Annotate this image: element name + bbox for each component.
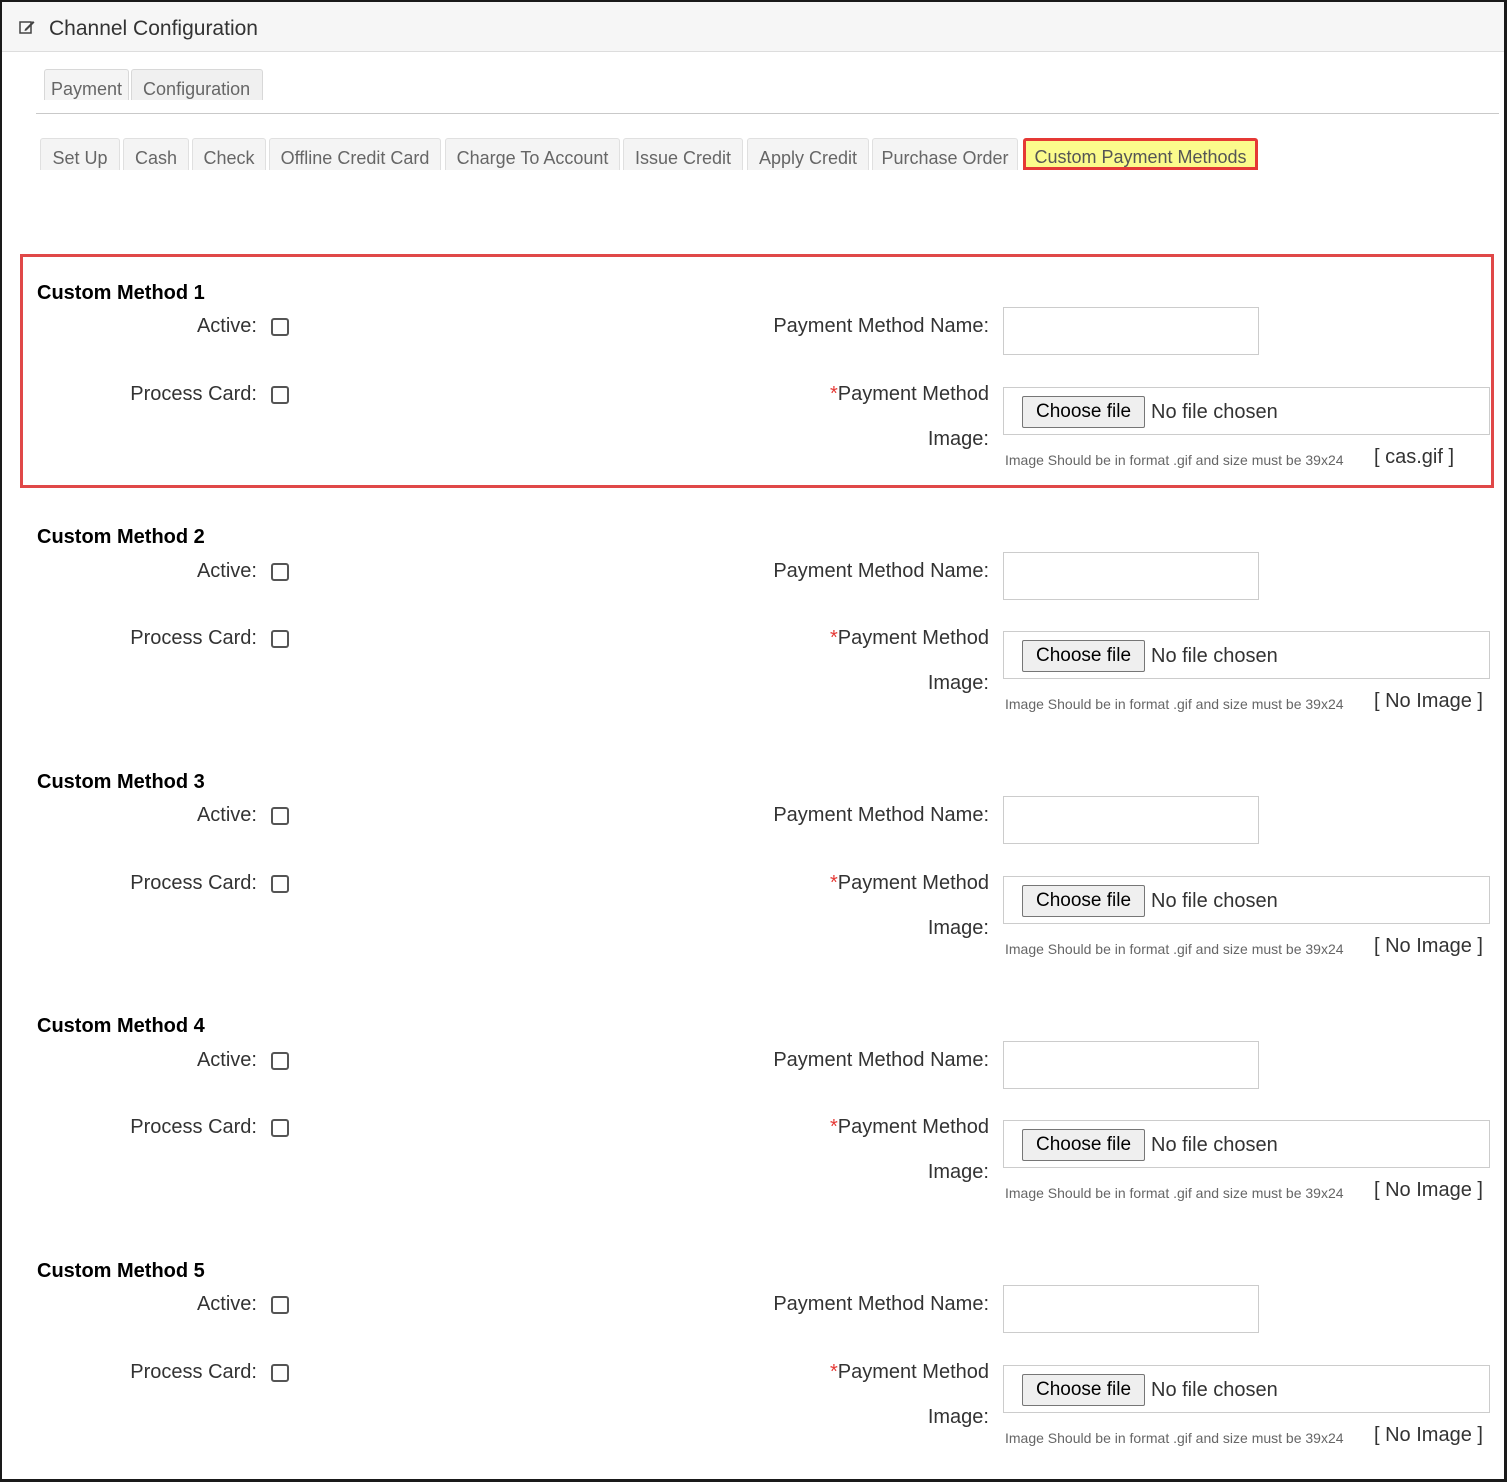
method-title: Custom Method 1 [37,282,205,304]
tab-offline-credit-card[interactable]: Offline Credit Card [269,138,441,170]
current-image-name: [ No Image ] [1374,1179,1483,1201]
process-card-label: Process Card: [130,1361,257,1383]
active-label: Active: [196,1049,257,1071]
file-status-text: No file chosen [1151,890,1278,912]
required-mark: * [830,1116,838,1138]
choose-file-button[interactable]: Choose file [1022,640,1145,672]
choose-file-button[interactable]: Choose file [1022,1129,1145,1161]
tab-divider [36,113,1499,114]
payment-method-image-label-line2: Image: [927,1161,989,1183]
payment-method-image-label-line2: Image: [927,672,989,694]
image-file-input: Choose file No file chosen [1003,1365,1490,1413]
payment-method-name-input[interactable] [1003,796,1259,844]
tab-charge-to-account[interactable]: Charge To Account [445,138,620,170]
active-label: Active: [196,315,257,337]
image-format-hint: Image Should be in format .gif and size … [1005,1185,1344,1201]
file-status-text: No file chosen [1151,401,1278,423]
payment-method-name-label: Payment Method Name: [773,1049,989,1071]
tab-purchase-order[interactable]: Purchase Order [872,138,1018,170]
custom-method-section: Custom Method 1 Active: Process Card: Pa… [0,265,1507,495]
current-image-name: [ No Image ] [1374,690,1483,712]
file-status-text: No file chosen [1151,645,1278,667]
custom-method-section: Custom Method 5 Active: Process Card: Pa… [0,1243,1507,1473]
choose-file-button[interactable]: Choose file [1022,885,1145,917]
method-title: Custom Method 2 [37,526,205,548]
choose-file-button[interactable]: Choose file [1022,396,1145,428]
page-title: Channel Configuration [49,17,258,40]
payment-method-image-label: *Payment Method [830,1116,989,1138]
payment-method-name-input[interactable] [1003,1041,1259,1089]
current-image-name: [ No Image ] [1374,935,1483,957]
payment-method-image-label: *Payment Method [830,1361,989,1383]
active-checkbox[interactable] [271,563,289,581]
payment-method-name-label: Payment Method Name: [773,560,989,582]
active-label: Active: [196,1293,257,1315]
tab-set-up[interactable]: Set Up [40,138,120,170]
process-card-label: Process Card: [130,383,257,405]
custom-method-section: Custom Method 3 Active: Process Card: Pa… [0,754,1507,984]
payment-method-image-label: *Payment Method [830,872,989,894]
process-card-checkbox[interactable] [271,386,289,404]
method-title: Custom Method 5 [37,1260,205,1282]
image-format-hint: Image Should be in format .gif and size … [1005,452,1344,468]
image-file-input: Choose file No file chosen [1003,631,1490,679]
process-card-checkbox[interactable] [271,1364,289,1382]
payment-method-name-label: Payment Method Name: [773,315,989,337]
choose-file-button[interactable]: Choose file [1022,1374,1145,1406]
file-status-text: No file chosen [1151,1134,1278,1156]
active-checkbox[interactable] [271,1296,289,1314]
image-format-hint: Image Should be in format .gif and size … [1005,696,1344,712]
active-checkbox[interactable] [271,318,289,336]
payment-method-name-input[interactable] [1003,307,1259,355]
tab-cash[interactable]: Cash [123,138,189,170]
tab-configuration[interactable]: Configuration [131,69,264,100]
active-label: Active: [196,804,257,826]
payment-method-name-label: Payment Method Name: [773,804,989,826]
current-image-name: [ No Image ] [1374,1424,1483,1446]
method-title: Custom Method 4 [37,1015,205,1037]
file-status-text: No file chosen [1151,1379,1278,1401]
tab-payment[interactable]: Payment [44,69,130,100]
payment-method-image-label-line2: Image: [927,428,989,450]
edit-icon [18,18,36,36]
method-title: Custom Method 3 [37,771,205,793]
custom-method-section: Custom Method 2 Active: Process Card: Pa… [0,509,1507,739]
required-mark: * [830,872,838,894]
image-file-input: Choose file No file chosen [1003,387,1490,435]
process-card-checkbox[interactable] [271,630,289,648]
active-checkbox[interactable] [271,807,289,825]
active-checkbox[interactable] [271,1052,289,1070]
payment-method-image-label-line2: Image: [927,1406,989,1428]
main-tabs: Payment Configuration [44,69,265,100]
tab-check[interactable]: Check [192,138,266,170]
process-card-checkbox[interactable] [271,1119,289,1137]
process-card-label: Process Card: [130,872,257,894]
process-card-label: Process Card: [130,627,257,649]
payment-method-name-label: Payment Method Name: [773,1293,989,1315]
tab-apply-credit[interactable]: Apply Credit [747,138,869,170]
payment-method-image-label-line2: Image: [927,917,989,939]
custom-method-section: Custom Method 4 Active: Process Card: Pa… [0,998,1507,1228]
payment-method-image-label: *Payment Method [830,627,989,649]
image-format-hint: Image Should be in format .gif and size … [1005,1430,1344,1446]
image-file-input: Choose file No file chosen [1003,876,1490,924]
required-mark: * [830,627,838,649]
current-image-name: [ cas.gif ] [1374,446,1455,468]
payment-method-name-input[interactable] [1003,552,1259,600]
process-card-checkbox[interactable] [271,875,289,893]
process-card-label: Process Card: [130,1116,257,1138]
required-mark: * [830,383,838,405]
tab-issue-credit[interactable]: Issue Credit [623,138,743,170]
image-format-hint: Image Should be in format .gif and size … [1005,941,1344,957]
tab-custom-payment-methods[interactable]: Custom Payment Methods [1023,138,1258,170]
image-file-input: Choose file No file chosen [1003,1120,1490,1168]
payment-method-image-label: *Payment Method [830,383,989,405]
payment-method-name-input[interactable] [1003,1285,1259,1333]
active-label: Active: [196,560,257,582]
required-mark: * [830,1361,838,1383]
page-header: Channel Configuration [2,2,1504,52]
